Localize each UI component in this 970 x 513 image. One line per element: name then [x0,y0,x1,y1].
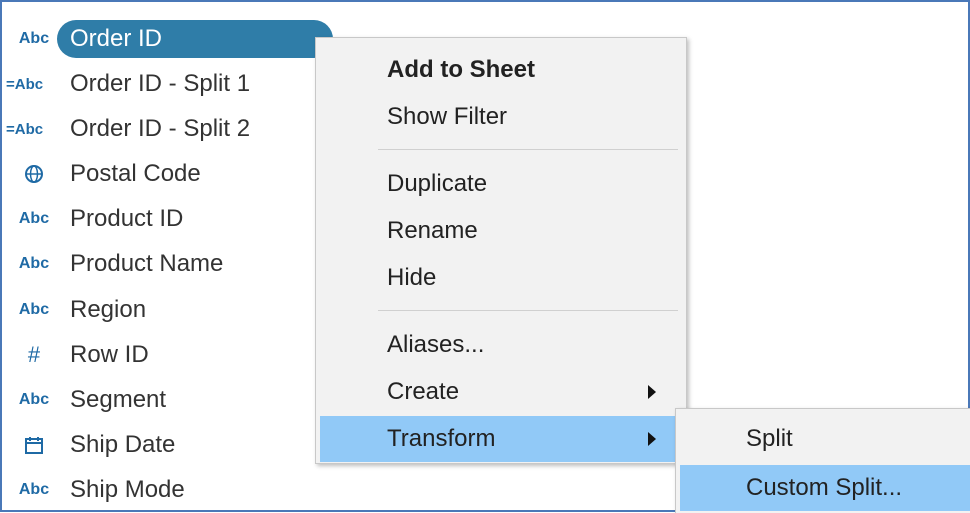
menu-item-label: Hide [387,264,437,291]
menu-item-duplicate[interactable]: Duplicate [320,161,682,207]
field-label: Order ID [70,25,163,52]
menu-item-label: Aliases... [387,331,485,358]
menu-item-label: Create [387,378,460,405]
string-type-icon: Abc [18,481,50,498]
string-type-icon: Abc [18,210,50,227]
globe-icon-graphic [25,165,43,183]
menu-item-aliases[interactable]: Aliases... [320,322,682,368]
menu-item-label: Transform [387,425,496,452]
field-label: Ship Mode [70,476,185,503]
calendar-icon [14,425,54,465]
menu-item-label: Show Filter [387,103,508,130]
field-label: Order ID - Split 1 [70,70,251,97]
menu-item-add-to-sheet[interactable]: Add to Sheet [320,47,682,93]
field-label: Row ID [70,341,149,368]
menu-item-hide[interactable]: Hide [320,255,682,301]
globe-icon [14,154,54,194]
field-label: Product Name [70,250,224,277]
field-label: Region [70,296,147,323]
menu-item-transform[interactable]: Transform [320,416,682,462]
field-label: Ship Date [70,431,176,458]
field-label: Segment [70,386,167,413]
string-type-icon: Abc [18,391,50,408]
field-label: Order ID - Split 2 [70,115,251,142]
menu-separator [378,310,678,311]
submenu-arrow-icon [648,385,656,399]
calendar-icon-graphic [25,437,43,454]
submenu-item-split[interactable]: Split [680,416,970,462]
submenu-item-custom-split[interactable]: Custom Split... [680,465,970,511]
menu-item-show-filter[interactable]: Show Filter [320,94,682,140]
submenu-arrow-icon [648,432,656,446]
field-label: Postal Code [70,160,201,187]
menu-item-rename[interactable]: Rename [320,208,682,254]
field-label: Product ID [70,205,184,232]
string-type-icon: Abc [18,301,50,318]
submenu-item-label: Split [746,425,793,452]
submenu-item-label: Custom Split... [746,474,903,501]
menu-item-label: Rename [387,217,478,244]
field-context-menu: Add to Sheet Show Filter Duplicate Renam… [315,37,687,464]
menu-item-create[interactable]: Create [320,369,682,415]
menu-item-label: Add to Sheet [387,56,535,83]
string-type-icon: Abc [18,30,50,47]
number-type-icon: # [27,342,41,367]
calculated-string-type-icon: =Abc [6,120,44,138]
calculated-string-type-icon: =Abc [6,75,44,93]
string-type-icon: Abc [18,255,50,272]
menu-separator [378,149,678,150]
menu-item-label: Duplicate [387,170,488,197]
transform-submenu: Split Custom Split... [675,408,970,513]
